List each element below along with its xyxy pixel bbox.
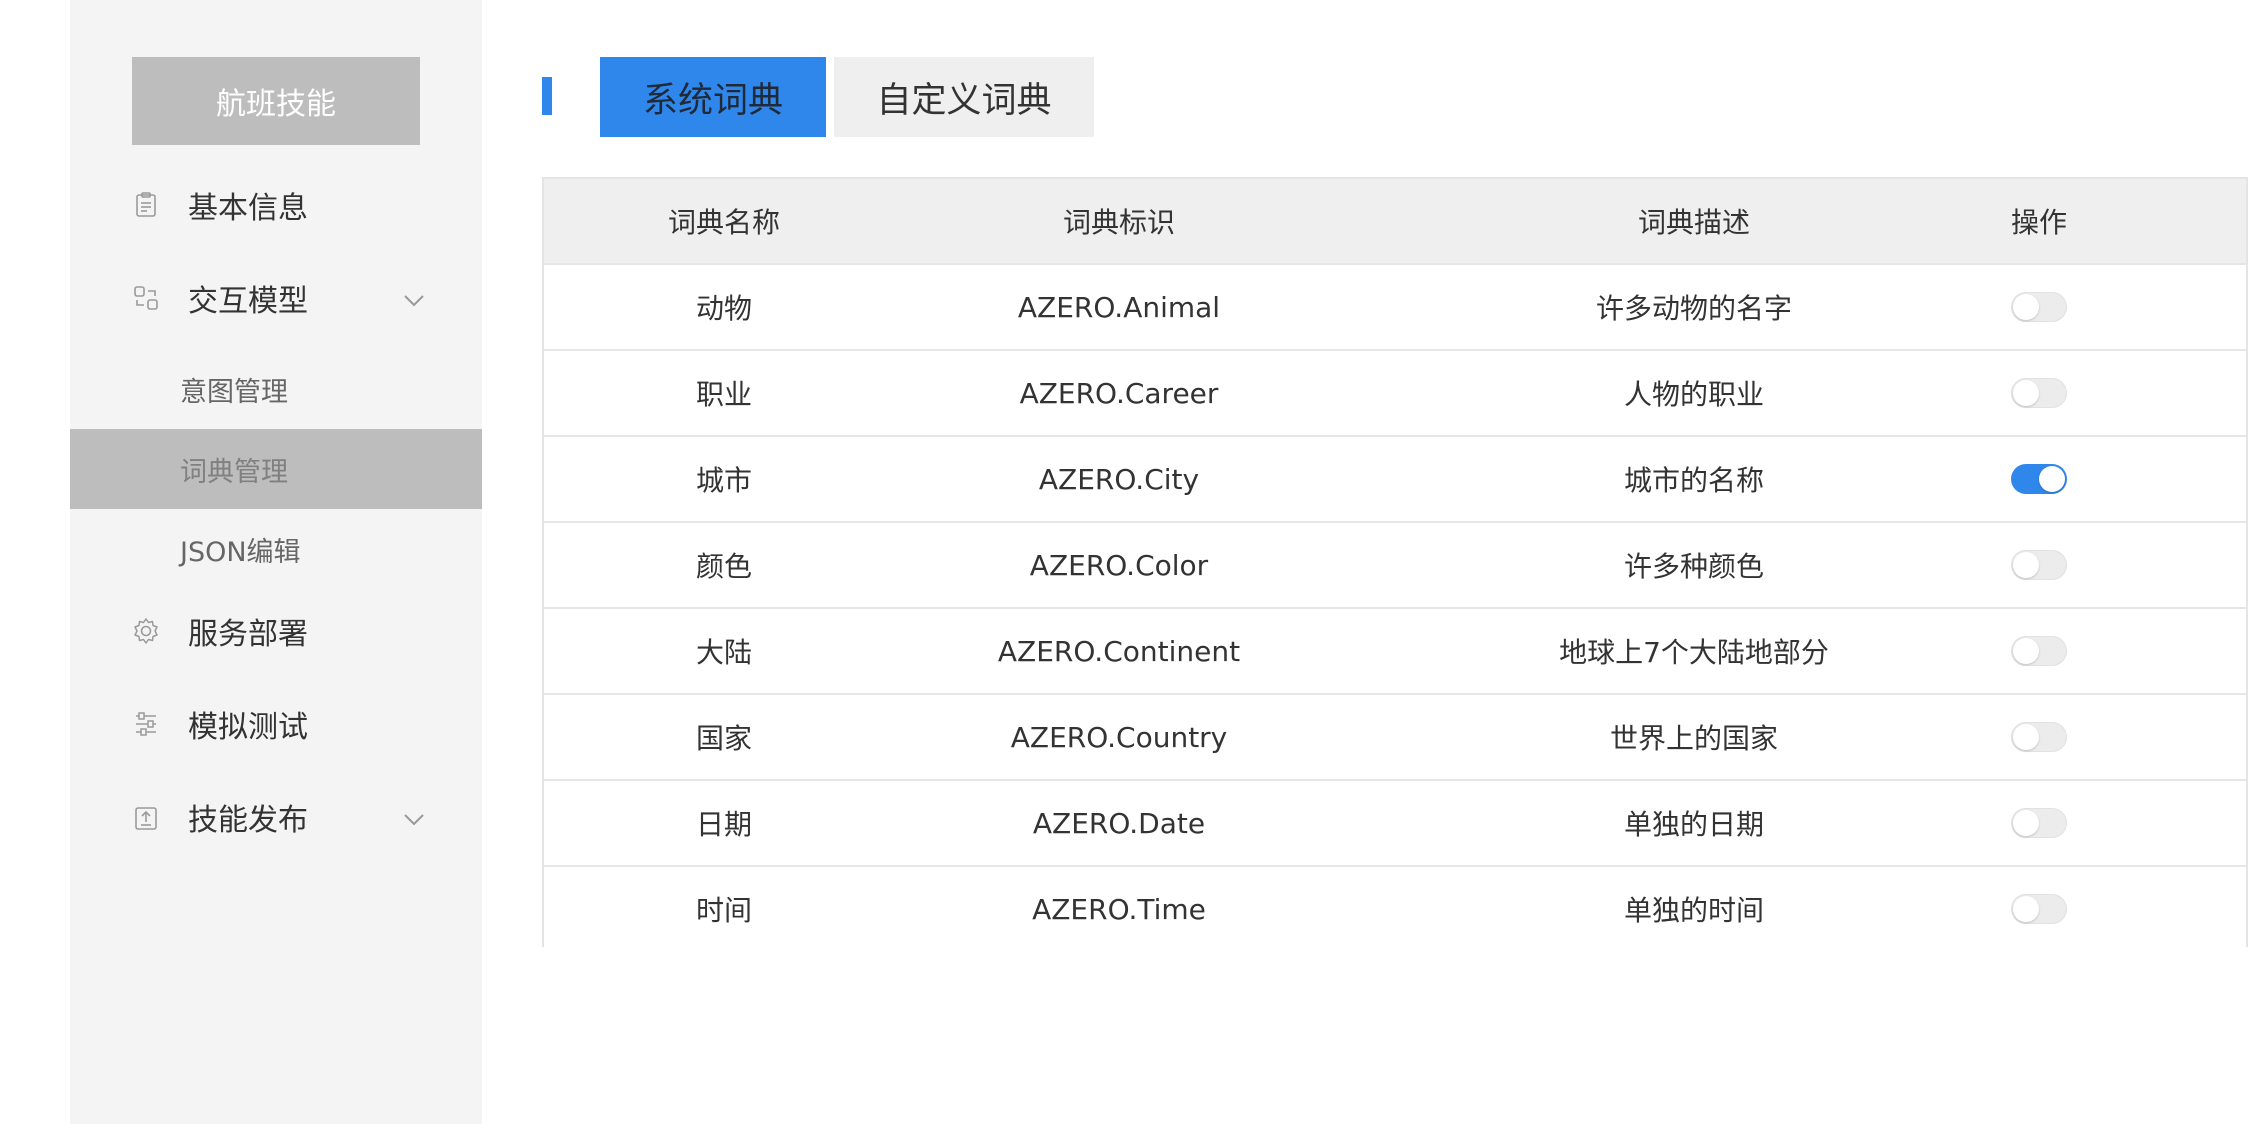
sidebar-item-basic-info[interactable]: 基本信息 bbox=[70, 165, 482, 245]
table-row: 日期 AZERO.Date 单独的日期 bbox=[544, 781, 2246, 867]
dictionary-id-cell: AZERO.Animal bbox=[1017, 290, 1221, 324]
toggle-knob bbox=[2013, 380, 2039, 406]
sliders-icon bbox=[132, 710, 160, 738]
toggle-knob bbox=[2039, 466, 2065, 492]
dictionary-op-cell bbox=[1934, 437, 2144, 521]
tab-system-dictionary[interactable]: 系统词典 bbox=[600, 57, 826, 137]
dictionary-name-cell: 日期 bbox=[695, 808, 752, 841]
enable-toggle[interactable] bbox=[2011, 464, 2067, 494]
table-body: 动物 AZERO.Animal 许多动物的名字职业 AZERO.Career 人物的职业… bbox=[544, 265, 2246, 947]
sidebar-subitem-label: 词典管理 bbox=[180, 456, 288, 488]
sidebar-item-label: 基本信息 bbox=[188, 191, 308, 226]
table-row: 大陆 AZERO.Continent 地球上7个大陆地部分 bbox=[544, 609, 2246, 695]
sidebar-subitem-intent-manage[interactable]: 意图管理 bbox=[70, 349, 482, 429]
section-marker bbox=[542, 77, 552, 115]
dictionary-name-cell: 城市 bbox=[695, 464, 752, 497]
dictionary-name-cell: 国家 bbox=[695, 722, 752, 755]
dictionary-id-cell: AZERO.Time bbox=[1032, 892, 1206, 926]
toggle-knob bbox=[2013, 638, 2039, 664]
dictionary-op-cell bbox=[1934, 867, 2144, 947]
sidebar-item-simulation-test[interactable]: 模拟测试 bbox=[70, 684, 482, 764]
enable-toggle[interactable] bbox=[2011, 636, 2067, 666]
dictionary-id-cell: AZERO.City bbox=[1038, 462, 1200, 496]
dictionary-op-cell bbox=[1934, 351, 2144, 435]
sidebar-item-interaction-model[interactable]: 交互模型 bbox=[70, 258, 482, 338]
flow-icon bbox=[132, 284, 160, 312]
tab-custom-dictionary[interactable]: 自定义词典 bbox=[834, 57, 1094, 137]
dictionary-op-cell bbox=[1934, 695, 2144, 779]
column-header-id: 词典标识 bbox=[1062, 206, 1175, 239]
column-header-name: 词典名称 bbox=[667, 206, 780, 239]
sidebar-item-service-deploy[interactable]: 服务部署 bbox=[70, 591, 482, 671]
dictionary-desc-cell: 单独的日期 bbox=[1623, 808, 1764, 841]
app-root: 航班技能 基本信息 交互模型 意图管理 词典管理 JSON编辑 服务部署 模拟测… bbox=[0, 0, 2258, 1124]
dictionary-desc-cell: 世界上的国家 bbox=[1609, 722, 1778, 755]
sidebar-item-label: 技能发布 bbox=[188, 803, 308, 838]
chevron-down-icon[interactable] bbox=[400, 286, 428, 314]
dictionary-id-cell: AZERO.Country bbox=[1010, 720, 1228, 754]
gear-icon bbox=[132, 617, 160, 645]
dictionary-desc-cell: 许多动物的名字 bbox=[1595, 292, 1792, 325]
dictionary-op-cell bbox=[1934, 609, 2144, 693]
table-row: 城市 AZERO.City 城市的名称 bbox=[544, 437, 2246, 523]
table-row: 职业 AZERO.Career 人物的职业 bbox=[544, 351, 2246, 437]
dictionary-name-cell: 职业 bbox=[695, 378, 752, 411]
dictionary-name-cell: 动物 bbox=[695, 292, 752, 325]
dictionary-desc-cell: 人物的职业 bbox=[1623, 378, 1764, 411]
dictionary-id-cell: AZERO.Continent bbox=[997, 634, 1241, 668]
enable-toggle[interactable] bbox=[2011, 550, 2067, 580]
table-row: 动物 AZERO.Animal 许多动物的名字 bbox=[544, 265, 2246, 351]
toggle-knob bbox=[2013, 552, 2039, 578]
toggle-knob bbox=[2013, 294, 2039, 320]
dictionary-name-cell: 时间 bbox=[695, 894, 752, 927]
sidebar-subitem-label: 意图管理 bbox=[180, 376, 288, 408]
toggle-knob bbox=[2013, 896, 2039, 922]
enable-toggle[interactable] bbox=[2011, 894, 2067, 924]
dictionary-desc-cell: 地球上7个大陆地部分 bbox=[1559, 636, 1829, 669]
column-header-desc: 词典描述 bbox=[1637, 206, 1750, 239]
dictionary-desc-cell: 城市的名称 bbox=[1623, 464, 1764, 497]
sidebar-subitem-label: JSON编辑 bbox=[180, 536, 301, 568]
dictionary-id-cell: AZERO.Color bbox=[1029, 548, 1209, 582]
table-row: 国家 AZERO.Country 世界上的国家 bbox=[544, 695, 2246, 781]
enable-toggle[interactable] bbox=[2011, 722, 2067, 752]
upload-icon bbox=[132, 803, 160, 831]
enable-toggle[interactable] bbox=[2011, 378, 2067, 408]
dictionary-name-cell: 颜色 bbox=[695, 550, 752, 583]
column-header-op: 操作 bbox=[2010, 206, 2067, 239]
table-row: 颜色 AZERO.Color 许多种颜色 bbox=[544, 523, 2246, 609]
dictionary-desc-cell: 单独的时间 bbox=[1623, 894, 1764, 927]
sidebar: 航班技能 基本信息 交互模型 意图管理 词典管理 JSON编辑 服务部署 模拟测… bbox=[70, 0, 482, 1124]
dictionary-op-cell bbox=[1934, 523, 2144, 607]
sidebar-subitem-dict-manage[interactable]: 词典管理 bbox=[70, 429, 482, 509]
toggle-knob bbox=[2013, 724, 2039, 750]
dictionary-op-cell bbox=[1934, 265, 2144, 349]
sidebar-subitem-json-edit[interactable]: JSON编辑 bbox=[70, 509, 482, 589]
table-row: 时间 AZERO.Time 单独的时间 bbox=[544, 867, 2246, 947]
sidebar-item-label: 模拟测试 bbox=[188, 710, 308, 745]
sidebar-item-label: 服务部署 bbox=[188, 617, 308, 652]
sidebar-item-skill-publish[interactable]: 技能发布 bbox=[70, 777, 482, 857]
chevron-down-icon[interactable] bbox=[400, 805, 428, 833]
dictionary-name-cell: 大陆 bbox=[695, 636, 752, 669]
table-header-row: 词典名称 词典标识 词典描述 操作 bbox=[544, 179, 2246, 265]
dictionary-desc-cell: 许多种颜色 bbox=[1623, 550, 1764, 583]
toggle-knob bbox=[2013, 810, 2039, 836]
dictionary-id-cell: AZERO.Career bbox=[1019, 376, 1219, 410]
dictionary-op-cell bbox=[1934, 781, 2144, 865]
clipboard-icon bbox=[132, 191, 160, 219]
enable-toggle[interactable] bbox=[2011, 808, 2067, 838]
skill-title-button[interactable]: 航班技能 bbox=[132, 57, 420, 145]
enable-toggle[interactable] bbox=[2011, 292, 2067, 322]
dictionary-table: 词典名称 词典标识 词典描述 操作 动物 AZERO.Animal 许多动物的名字职… bbox=[542, 177, 2248, 947]
dictionary-id-cell: AZERO.Date bbox=[1032, 806, 1206, 840]
sidebar-item-label: 交互模型 bbox=[188, 284, 308, 319]
